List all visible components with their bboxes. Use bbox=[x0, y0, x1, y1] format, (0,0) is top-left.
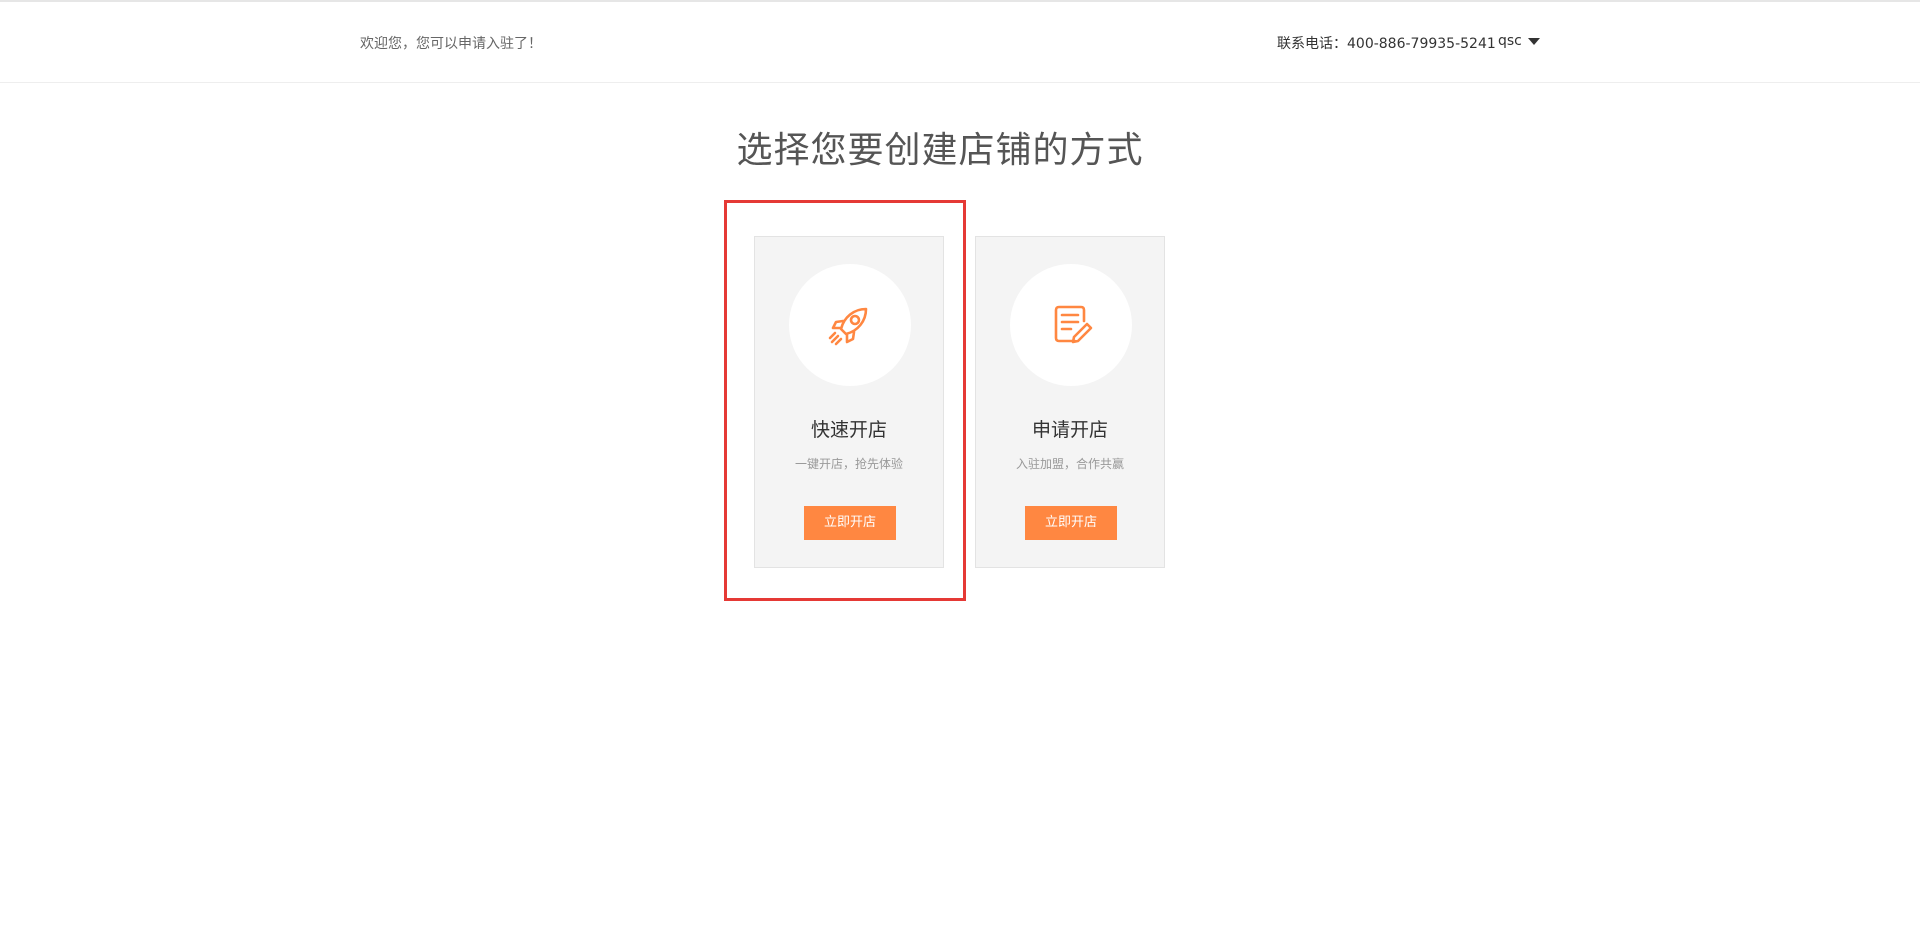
apply-open-card[interactable]: 申请开店 入驻加盟，合作共赢 立即开店 bbox=[975, 236, 1165, 568]
rocket-icon bbox=[828, 307, 868, 346]
contact-label: 联系电话： bbox=[1277, 36, 1347, 52]
open-store-button[interactable]: 立即开店 bbox=[804, 506, 896, 540]
caret-down-icon bbox=[1527, 37, 1540, 45]
header-bar: 欢迎您，您可以申请入驻了！ 联系电话：400-886-79935-5241 qs… bbox=[0, 2, 1920, 83]
card-description: 一键开店，抢先体验 bbox=[794, 457, 903, 471]
document-edit-icon bbox=[1054, 305, 1093, 344]
open-store-button[interactable]: 立即开店 bbox=[1025, 506, 1117, 540]
contact-number: 400-886-79935-5241 bbox=[1347, 36, 1496, 52]
contact-info: 联系电话：400-886-79935-5241 bbox=[1277, 33, 1496, 53]
welcome-text: 欢迎您，您可以申请入驻了！ bbox=[360, 36, 542, 52]
page-title: 选择您要创建店铺的方式 bbox=[736, 130, 1144, 171]
username-label: qsc bbox=[1498, 33, 1522, 49]
quick-open-card[interactable]: 快速开店 一键开店，抢先体验 立即开店 bbox=[754, 236, 944, 568]
icon-circle bbox=[1010, 264, 1132, 386]
icon-circle bbox=[789, 264, 911, 386]
card-title: 申请开店 bbox=[1031, 419, 1108, 441]
card-description: 入驻加盟，合作共赢 bbox=[1015, 457, 1124, 471]
card-title: 快速开店 bbox=[810, 419, 887, 441]
user-menu-dropdown[interactable]: qsc bbox=[1498, 33, 1540, 49]
